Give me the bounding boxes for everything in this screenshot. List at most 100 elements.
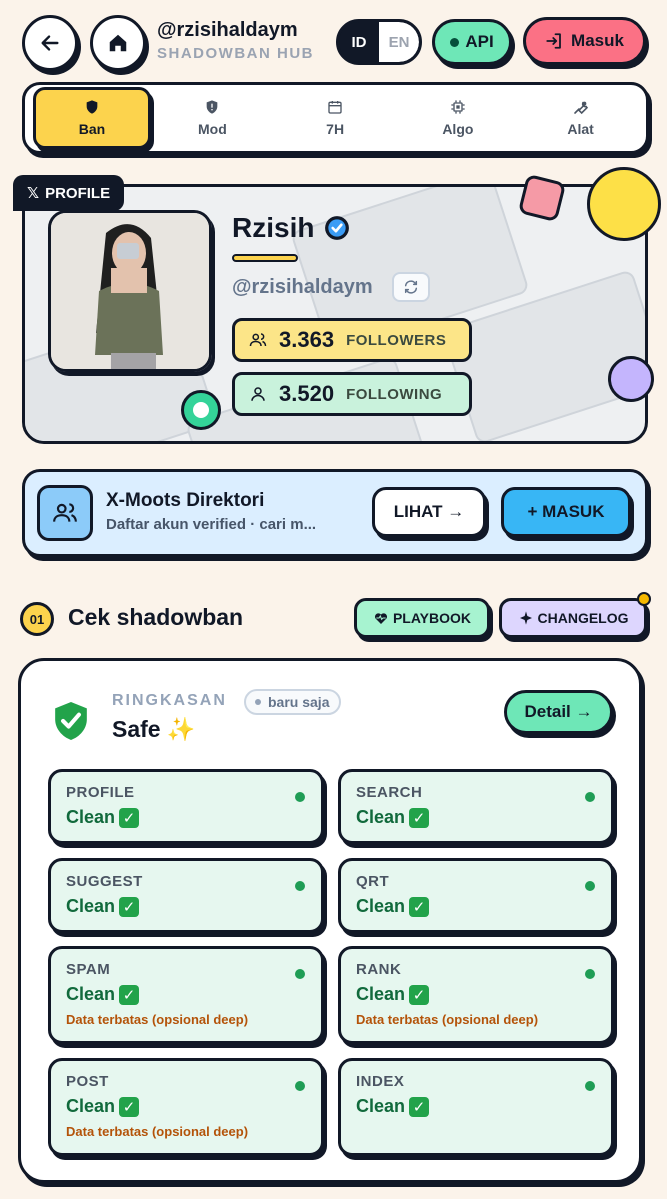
refresh-button[interactable] xyxy=(392,272,430,302)
profile-tag: 𝕏 PROFILE xyxy=(13,175,125,211)
sparkles-icon: ✨ xyxy=(166,716,196,742)
status-dot-icon xyxy=(295,881,305,891)
x-logo-icon: 𝕏 xyxy=(27,184,40,202)
check-card-qrt[interactable]: QRT Clean ✓ xyxy=(338,858,614,933)
check-mark-icon: ✓ xyxy=(409,984,430,1005)
check-value-row: Clean ✓ xyxy=(66,984,321,1005)
back-button[interactable] xyxy=(22,15,78,71)
check-card-profile[interactable]: PROFILE Clean ✓ xyxy=(48,769,324,844)
check-value-row: Clean ✓ xyxy=(356,984,611,1005)
check-mark-icon: ✓ xyxy=(409,807,430,828)
summary-status: Safe xyxy=(112,716,161,742)
check-value-row: Clean ✓ xyxy=(356,1096,611,1117)
check-value-row: Clean ✓ xyxy=(66,807,321,828)
check-value: Clean xyxy=(66,896,116,916)
directory-title: X-Moots Direktori xyxy=(106,490,265,511)
check-card-rank[interactable]: RANK Clean ✓ Data terbatas (opsional deep) xyxy=(338,946,614,1044)
lang-en[interactable]: EN xyxy=(379,22,419,62)
changelog-button[interactable]: CHANGELOG xyxy=(499,598,647,638)
view-directory-button[interactable]: LIHAT → xyxy=(372,487,486,537)
check-mark-icon: ✓ xyxy=(119,984,140,1005)
tab-ban[interactable]: Ban xyxy=(33,87,151,149)
section-title: Cek shadowban xyxy=(68,604,244,630)
shield-check-icon xyxy=(55,702,87,740)
summary-label: RINGKASAN xyxy=(112,692,227,709)
profile-photo xyxy=(51,213,209,369)
check-value-row: Clean ✓ xyxy=(66,896,321,917)
status-dot-icon xyxy=(295,969,305,979)
check-value: Clean xyxy=(356,807,406,827)
profile-name: Rzisih xyxy=(232,212,315,243)
followers-label: FOLLOWERS xyxy=(346,331,447,349)
directory-icon-box xyxy=(37,485,93,541)
check-card-index[interactable]: INDEX Clean ✓ xyxy=(338,1058,614,1156)
changelog-label: CHANGELOG xyxy=(537,610,629,626)
check-value-row: Clean ✓ xyxy=(356,896,611,917)
check-mark-icon: ✓ xyxy=(119,896,140,917)
login-label: Masuk xyxy=(571,31,624,50)
refresh-icon xyxy=(404,280,418,294)
name-underline xyxy=(232,254,298,262)
status-dot-icon xyxy=(585,1081,595,1091)
home-button[interactable] xyxy=(90,15,146,71)
check-value: Clean xyxy=(66,1096,116,1116)
api-button[interactable]: API xyxy=(432,19,512,65)
check-value: Clean xyxy=(356,984,406,1004)
shield-icon xyxy=(86,100,98,114)
check-value-row: Clean ✓ xyxy=(66,1096,321,1117)
arrow-left-icon xyxy=(41,35,59,51)
join-directory-button[interactable]: + MASUK xyxy=(501,487,631,537)
status-dot-icon xyxy=(585,792,595,802)
check-mark-icon: ✓ xyxy=(119,807,140,828)
detail-button[interactable]: Detail → xyxy=(504,690,613,734)
tab-mod[interactable]: Mod xyxy=(151,87,274,149)
check-card-suggest[interactable]: SUGGEST Clean ✓ xyxy=(48,858,324,933)
header-subtitle: SHADOWBAN HUB xyxy=(157,45,314,62)
check-mark-icon: ✓ xyxy=(409,896,430,917)
language-toggle[interactable]: ID EN xyxy=(336,19,422,65)
tab-7h[interactable]: 7H xyxy=(274,87,397,149)
verified-badge-icon xyxy=(325,216,350,240)
tab-label: Ban xyxy=(78,121,106,137)
section-number: 01 xyxy=(20,602,54,636)
check-title: INDEX xyxy=(356,1073,405,1090)
following-count: 3.520 xyxy=(279,381,335,406)
summary-status-row: Safe ✨ xyxy=(112,716,195,743)
tab-alat[interactable]: Alat xyxy=(519,87,642,149)
login-button[interactable]: Masuk xyxy=(523,17,646,65)
following-stat[interactable]: 3.520 FOLLOWING xyxy=(232,372,472,416)
check-value-row: Clean ✓ xyxy=(356,807,611,828)
check-value: Clean xyxy=(66,984,116,1004)
check-card-post[interactable]: POST Clean ✓ Data terbatas (opsional deep) xyxy=(48,1058,324,1156)
check-note: Data terbatas (opsional deep) xyxy=(356,1012,539,1027)
lang-id[interactable]: ID xyxy=(339,22,379,62)
wrench-icon xyxy=(573,101,588,115)
following-label: FOLLOWING xyxy=(346,385,443,403)
playbook-button[interactable]: PLAYBOOK xyxy=(354,598,490,638)
check-card-spam[interactable]: SPAM Clean ✓ Data terbatas (opsional deep) xyxy=(48,946,324,1044)
status-dot-icon xyxy=(255,699,261,705)
tab-label: Algo xyxy=(442,121,474,137)
check-title: RANK xyxy=(356,961,402,978)
check-card-search[interactable]: SEARCH Clean ✓ xyxy=(338,769,614,844)
tab-label: Alat xyxy=(567,121,594,137)
heart-pulse-icon xyxy=(374,613,387,624)
tab-label: 7H xyxy=(326,121,345,137)
check-value: Clean xyxy=(66,807,116,827)
directory-subtitle: Daftar akun verified · cari m... xyxy=(106,516,317,533)
check-note: Data terbatas (opsional deep) xyxy=(66,1012,249,1027)
notification-dot xyxy=(637,592,651,606)
status-dot-icon xyxy=(295,1081,305,1091)
online-indicator xyxy=(181,390,221,430)
check-title: SEARCH xyxy=(356,784,423,801)
avatar[interactable] xyxy=(48,210,212,372)
check-title: SPAM xyxy=(66,961,111,978)
check-value: Clean xyxy=(356,896,406,916)
tab-algo[interactable]: Algo xyxy=(397,87,520,149)
brand: @rzisihaldaym SHADOWBAN HUB xyxy=(157,19,314,62)
decor-circle-purple xyxy=(608,356,654,402)
playbook-label: PLAYBOOK xyxy=(392,610,472,626)
status-dot-icon xyxy=(585,881,595,891)
followers-stat[interactable]: 3.363 FOLLOWERS xyxy=(232,318,472,362)
check-title: QRT xyxy=(356,873,390,890)
